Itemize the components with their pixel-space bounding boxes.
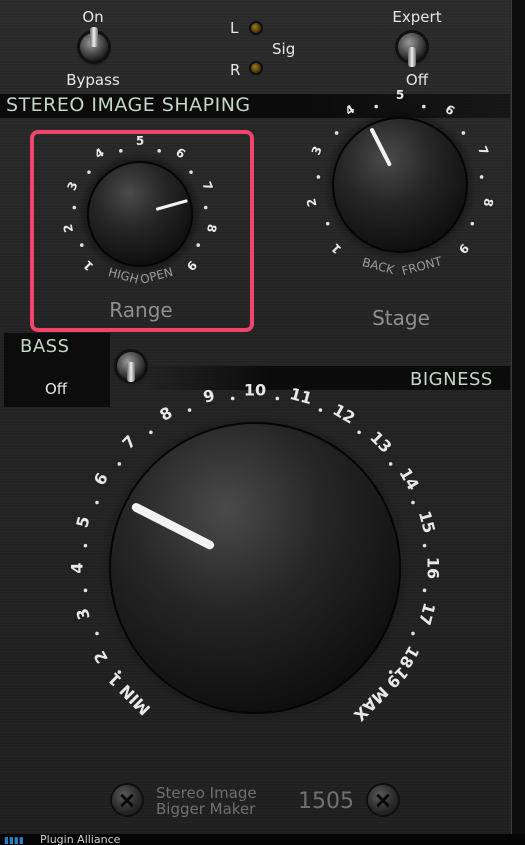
screw-right-icon: [368, 785, 398, 815]
bigness-scale-label: 3: [72, 606, 93, 622]
bigness-scale-label: 9: [201, 385, 217, 406]
bigness-tick-dot: [422, 543, 427, 548]
stage-scale-label: 9: [456, 241, 472, 257]
stage-scale-label: 5: [396, 88, 404, 102]
host-footer: ▮▮▮▮ Plugin Alliance: [0, 834, 525, 845]
knob-layer: 123456789HIGHOPEN123456789BACK FRONTMIN 1…: [61, 88, 496, 725]
stage-tick-dot: [325, 221, 330, 226]
stage-tick-dot: [479, 175, 484, 179]
brand-line-2: Bigger Maker: [156, 800, 256, 818]
stage-scale-label: 7: [475, 144, 491, 157]
screw-left-icon: [112, 785, 142, 815]
bigness-scale-label: 13: [366, 428, 395, 457]
bigness-tick-dot: [83, 588, 88, 593]
bigness-tick-dot: [187, 408, 192, 412]
bigness-tick-dot: [411, 500, 415, 505]
stage-tick-dot: [334, 131, 339, 135]
bigness-tick-dot: [95, 500, 99, 505]
stage-tick-dot: [422, 104, 426, 109]
bigness-tick-dot: [117, 462, 122, 466]
bigness-scale-label: 15: [415, 509, 439, 535]
bigness-tick-dot: [83, 543, 88, 548]
bigness-tick-dot: [318, 408, 323, 412]
bigness-tick-dot: [149, 430, 153, 435]
bigness-tick-dot: [422, 588, 427, 593]
bigness-scale-label: 2: [90, 647, 112, 666]
bigness-knob[interactable]: [109, 422, 401, 714]
bigness-scale-label: 16: [424, 557, 443, 579]
model-number: 1505: [298, 789, 354, 814]
stage-tick-dot: [470, 221, 475, 226]
bigness-scale-label: 14: [395, 465, 423, 494]
range-knob-highlight: [30, 130, 254, 332]
bigness-tick-dot: [357, 430, 361, 435]
bigness-tick-dot: [95, 631, 99, 636]
stage-tick-dot: [461, 131, 466, 135]
bigness-scale-label: 7: [118, 431, 139, 452]
bigness-scale-label: 4: [68, 562, 87, 573]
bigness-scale-label: 12: [330, 400, 359, 428]
stage-scale-label: 6: [443, 102, 458, 118]
plugin-alliance-logo-icon: ▮▮▮▮: [4, 836, 24, 845]
bigness-scale-label: 5: [72, 514, 93, 530]
stage-knob[interactable]: [332, 117, 468, 253]
bigness-scale-label: 17: [415, 601, 439, 627]
bigness-scale-label: 6: [90, 469, 112, 488]
stage-scale-label: 4: [343, 102, 358, 118]
stage-tick-dot: [374, 104, 378, 109]
bigness-scale-label: 8: [156, 403, 175, 425]
bigness-scale-label: 11: [288, 384, 314, 408]
bigness-scale-label: 10: [244, 381, 266, 400]
stage-scale-label: 1: [328, 241, 344, 257]
bigness-tick-dot: [411, 631, 415, 636]
bigness-tick-dot: [275, 396, 280, 401]
stage-scale-label: 3: [309, 144, 325, 157]
footer-brand: Plugin Alliance: [40, 834, 121, 845]
brand-line-1: Stereo Image: [156, 784, 257, 802]
bigness-tick-dot: [388, 462, 393, 466]
stage-tick-dot: [316, 175, 321, 179]
bigness-tick-dot: [230, 396, 235, 401]
stage-scale-label: 8: [481, 197, 496, 208]
stage-scale-label: 2: [304, 197, 319, 208]
